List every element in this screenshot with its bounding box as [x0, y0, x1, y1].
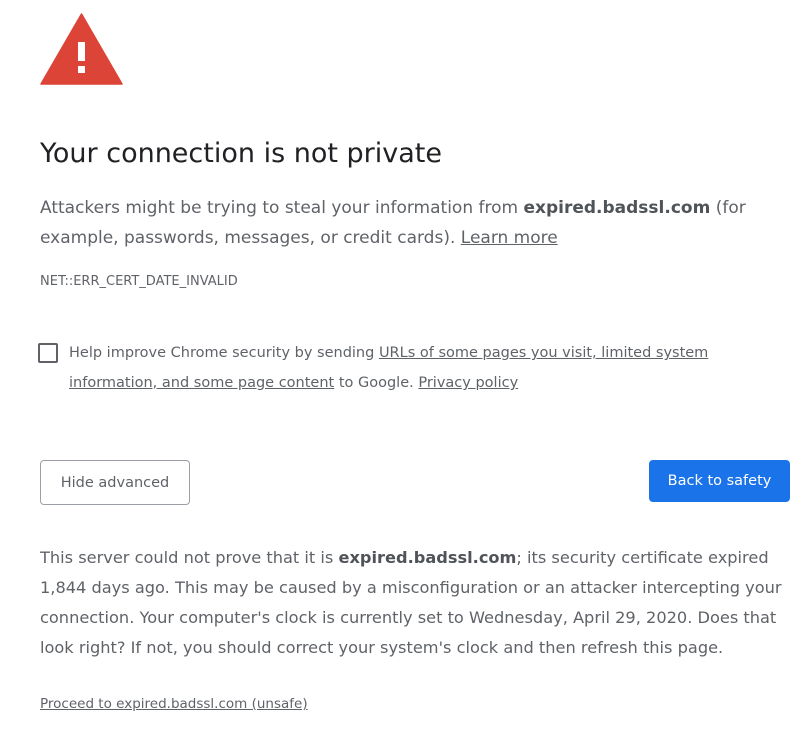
opt-in-prefix: Help improve Chrome security by sending — [69, 345, 379, 361]
main-message-host: expired.badssl.com — [523, 198, 711, 218]
opt-in-label: Help improve Chrome security by sending … — [69, 338, 749, 398]
details-host: expired.badssl.com — [338, 548, 517, 567]
back-to-safety-button[interactable]: Back to safety — [649, 460, 790, 502]
interstitial-page: Your connection is not private Attackers… — [0, 0, 804, 734]
page-title: Your connection is not private — [40, 138, 442, 169]
error-code: NET::ERR_CERT_DATE_INVALID — [40, 274, 238, 289]
main-message-prefix: Attackers might be trying to steal your … — [40, 198, 524, 218]
opt-in-checkbox[interactable] — [38, 343, 58, 363]
details-message: This server could not prove that it is e… — [40, 543, 796, 663]
opt-in-middle: to Google. — [334, 375, 419, 391]
learn-more-link[interactable]: Learn more — [461, 228, 558, 248]
hide-advanced-button[interactable]: Hide advanced — [40, 460, 190, 505]
proceed-unsafe-link[interactable]: Proceed to expired.badssl.com (unsafe) — [40, 696, 308, 712]
proceed-section: Proceed to expired.badssl.com (unsafe) — [40, 694, 308, 714]
details-prefix: This server could not prove that it is — [40, 548, 339, 567]
privacy-policy-link[interactable]: Privacy policy — [418, 375, 518, 391]
main-message: Attackers might be trying to steal your … — [40, 193, 760, 253]
warning-triangle-icon — [40, 13, 123, 85]
